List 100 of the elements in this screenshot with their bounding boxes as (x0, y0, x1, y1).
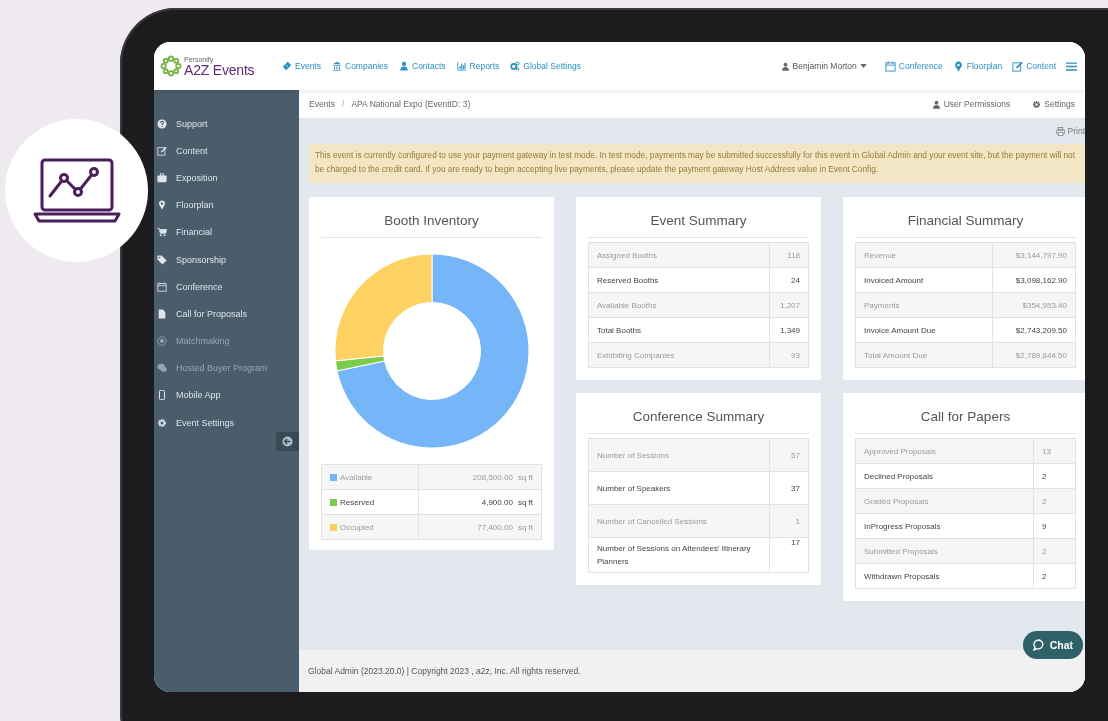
area-value: 77,400.00 (477, 522, 513, 532)
table-cell: 13 (1033, 438, 1076, 464)
table-cell: $2,743,209.50 (992, 317, 1076, 343)
table-cell: Payments (855, 292, 993, 318)
breadcrumb-link[interactable]: APA National Expo (EventID: 3) (351, 99, 471, 109)
person-icon (931, 99, 941, 109)
table-cell: Available Booths (588, 292, 770, 318)
person-icon (780, 61, 790, 71)
card-title: Call for Papers (855, 393, 1076, 434)
bar-chart-icon (456, 61, 467, 71)
sidebar-item[interactable]: Call for Proposals (154, 300, 299, 328)
card-title: Conference Summary (588, 393, 809, 434)
calendar-icon (157, 281, 167, 292)
target-icon (157, 336, 167, 347)
chat-bubbles-icon (157, 363, 167, 374)
card-title: Financial Summary (855, 197, 1076, 238)
print-link[interactable]: Print (1055, 126, 1085, 136)
flower-logo-icon (160, 55, 182, 77)
area-unit: sq ft (517, 522, 533, 532)
copyright-text: Global Admin (2023.20.0) | Copyright 2023 , a2z, Inc. All rights reserved. (308, 666, 581, 676)
edit-icon (1012, 60, 1024, 72)
product-logo-text: A2Z Events (184, 62, 255, 77)
printer-icon (1055, 126, 1065, 136)
breadcrumb-link[interactable]: Events (309, 99, 335, 109)
nav-link[interactable]: Contacts (399, 61, 446, 71)
sidebar-item[interactable]: Event Settings (154, 409, 299, 437)
sidebar-item[interactable]: Financial (154, 218, 299, 246)
table-cell: Graded Proposals (855, 488, 1034, 514)
menu-icon[interactable] (1066, 60, 1077, 72)
collapse-sidebar-button[interactable] (276, 432, 299, 451)
area-unit: sq ft (517, 497, 533, 507)
edit-icon (157, 145, 167, 156)
nav-link[interactable]: Companies (332, 61, 388, 71)
sidebar-item[interactable]: Sponsorship (154, 245, 299, 274)
area-value: 208,500.00 (472, 472, 513, 482)
table-cell: Invoiced Amount (855, 267, 993, 293)
table-cell: Number of Speakers (588, 471, 770, 505)
map-pin-icon (952, 60, 964, 72)
warning-alert: This event is currently configured to use your payment gateway in test mode. In test mode, payments may be submitted successfully for this event in Global Admin and your event site, but the payment will not be charged to the credit card. If you are ready to begin accepting live payments, please update the payment gateway Host Address value in Event Config. (309, 144, 1085, 183)
table-cell: Reserved Booths (588, 267, 770, 293)
nav-link[interactable]: Global Settings (510, 61, 581, 71)
tag-icon (157, 254, 167, 265)
sidebar-item[interactable]: Floorplan (154, 191, 299, 219)
speech-bubble-icon (1032, 639, 1045, 651)
table-cell: $3,144,797.90 (992, 242, 1076, 268)
table-cell: $3,098,162.90 (992, 267, 1076, 293)
table-cell: 118 (769, 242, 809, 268)
sidebar-item[interactable]: Support (154, 110, 299, 138)
page-action-link[interactable]: User Permissions (931, 99, 1011, 109)
table-cell: Invoice Amount Due (855, 317, 993, 343)
table-cell: $354,953.40 (992, 292, 1076, 318)
legend-label: Reserved (340, 497, 375, 507)
briefcase-icon (157, 172, 167, 183)
calendar-icon (884, 60, 896, 72)
person-icon (399, 61, 409, 71)
help-icon (157, 118, 167, 129)
gear-icon (1032, 99, 1042, 109)
legend-label: Occupied (340, 522, 374, 532)
area-value: 4,900.00 (481, 497, 513, 507)
gears-icon (510, 61, 521, 71)
table-cell: Approved Proposals (855, 438, 1034, 464)
table-cell: InProgress Proposals (855, 513, 1034, 539)
cart-icon (157, 227, 167, 238)
mobile-phone-icon (157, 390, 167, 401)
bank-icon (332, 61, 342, 71)
sidebar-item[interactable]: Conference (154, 273, 299, 301)
caret-icon (859, 64, 867, 68)
legend-label: Available (340, 472, 373, 482)
sidebar-item[interactable]: Mobile App (154, 381, 299, 410)
quick-link[interactable]: Content (1012, 60, 1056, 72)
user-menu[interactable]: Benjamin Morton (780, 61, 867, 71)
gear-icon (157, 417, 167, 428)
table-cell: Assigned Booths (588, 242, 770, 268)
table-cell: Number of Sessions (588, 438, 770, 472)
table-cell: Number of Cancelled Sessions (588, 504, 770, 538)
page-action-link[interactable]: Settings (1032, 99, 1075, 109)
table-cell: Exhibiting Companies (588, 342, 770, 368)
quick-link[interactable]: Conference (884, 60, 943, 72)
nav-link[interactable]: Events (282, 61, 321, 71)
document-icon (157, 308, 167, 319)
map-pin-icon (157, 200, 167, 211)
nav-link[interactable]: Reports (456, 61, 500, 71)
chat-button[interactable]: Chat (1022, 631, 1083, 659)
table-cell: Declined Proposals (855, 463, 1034, 489)
area-unit: sq ft (517, 472, 533, 482)
table-cell: $2,789,844.50 (992, 342, 1076, 368)
card-title: Event Summary (588, 197, 809, 238)
ticket-icon (282, 61, 292, 71)
table-cell: Submitted Proposals (855, 538, 1034, 564)
table-cell: Total Amount Due (855, 342, 993, 368)
table-cell: Revenue (855, 242, 993, 268)
table-cell: Total Booths (588, 317, 770, 343)
breadcrumb-separator: / (342, 99, 345, 109)
table-cell: 57 (769, 438, 809, 472)
table-cell: Number of Sessions on Attendees' Itinerary Planners (588, 537, 770, 573)
sidebar-item[interactable]: Content (154, 137, 299, 165)
table-cell: Withdrawn Proposals (855, 563, 1034, 589)
sidebar-item[interactable]: Exposition (154, 164, 299, 192)
quick-link[interactable]: Floorplan (952, 60, 1003, 72)
back-arrow-icon (282, 436, 293, 447)
